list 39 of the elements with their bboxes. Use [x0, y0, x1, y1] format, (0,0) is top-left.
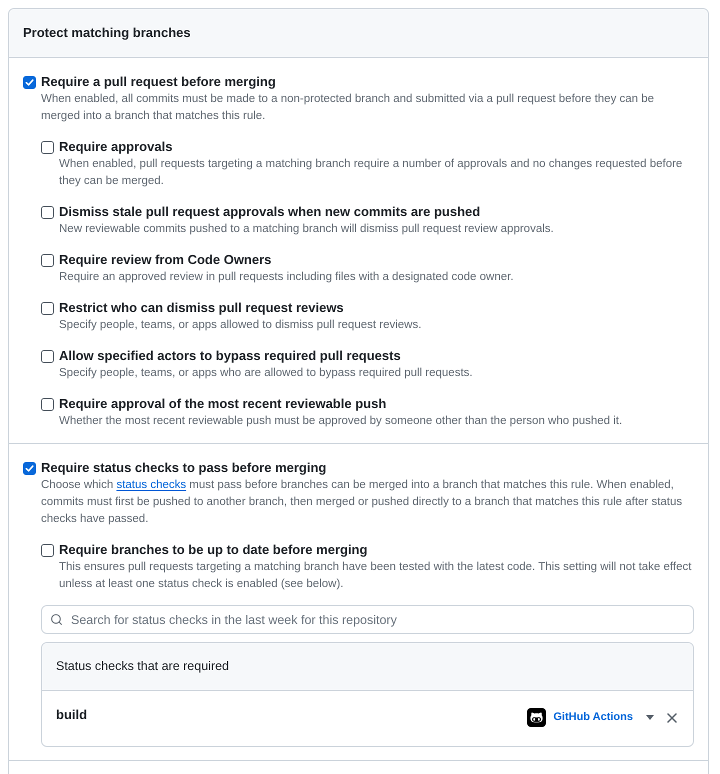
option-description: Require an approved review in pull requests including files with a designated code owner.: [58, 270, 515, 285]
checkbox[interactable]: [41, 206, 54, 218]
option-description: Whether the most recent reviewable push must be approved by someone other than the person who pushed it.: [58, 414, 624, 429]
option-label: Require a pull request before merging: [41, 73, 276, 91]
search-icon: [50, 613, 63, 626]
option-description: Specify people, teams, or apps allowed to dismiss pull request reviews.: [58, 318, 422, 333]
option-label: Require approval of the most recent reviewable push: [59, 395, 386, 413]
checkbox[interactable]: [23, 462, 36, 474]
option-description: When enabled, pull requests targeting a matching branch require a number of approvals and no changes requested before they can be merged.: [58, 157, 684, 189]
checkbox[interactable]: [23, 76, 36, 88]
docs-link[interactable]: status checks: [116, 479, 186, 491]
table-header-title: Status checks that are required: [56, 658, 230, 676]
checkbox[interactable]: [41, 254, 54, 266]
check-icon: [25, 464, 34, 472]
source-link[interactable]: GitHub Actions: [553, 709, 633, 726]
option-description: When enabled, all commits must be made to a non-protected branch and submitted via a pull request before they can be merged into a branch that matches this rule.: [40, 92, 656, 124]
checkbox[interactable]: [41, 398, 54, 410]
checkbox[interactable]: [41, 544, 54, 556]
check-name: build: [56, 706, 88, 724]
option-label: Require branches to be up to date before merging: [59, 541, 368, 559]
cat-logo-icon: [527, 708, 546, 727]
panel-title: Protect matching branches: [23, 24, 191, 42]
option-label: Restrict who can dismiss pull request reviews: [59, 299, 344, 317]
checkbox[interactable]: [41, 302, 54, 314]
option-description: New reviewable commits pushed to a matching branch will dismiss pull request review approvals.: [58, 222, 555, 237]
option-description: Specify people, teams, or apps who are allowed to bypass required pull requests.: [58, 366, 474, 381]
option-description: This ensures pull requests targeting a matching branch have been tested with the latest code. This setting will not take effect unless at least one status check is enabled (see below).: [58, 560, 692, 592]
close-icon[interactable]: [667, 712, 677, 722]
option-description: Choose which status checks must pass before branches can be merged into a branch that matches this rule. When enabled, commits must first be pushed to another branch, then merged or pushed directly to a branch that matches this rule after status checks have passed.: [40, 478, 684, 527]
checkbox[interactable]: [41, 140, 54, 154]
option-label: Require status checks to pass before merging: [41, 459, 326, 477]
option-label: Require approvals: [59, 138, 172, 156]
check-icon: [25, 78, 34, 86]
search-field[interactable]: Search for status checks in the last week for this repository: [41, 605, 694, 634]
option-label: Require review from Code Owners: [59, 251, 272, 269]
option-label: Allow specified actors to bypass required pull requests: [59, 347, 401, 365]
option-label: Dismiss stale pull request approvals when new commits are pushed: [59, 203, 480, 221]
checkbox[interactable]: [41, 350, 54, 362]
caret-icon[interactable]: [646, 715, 654, 720]
